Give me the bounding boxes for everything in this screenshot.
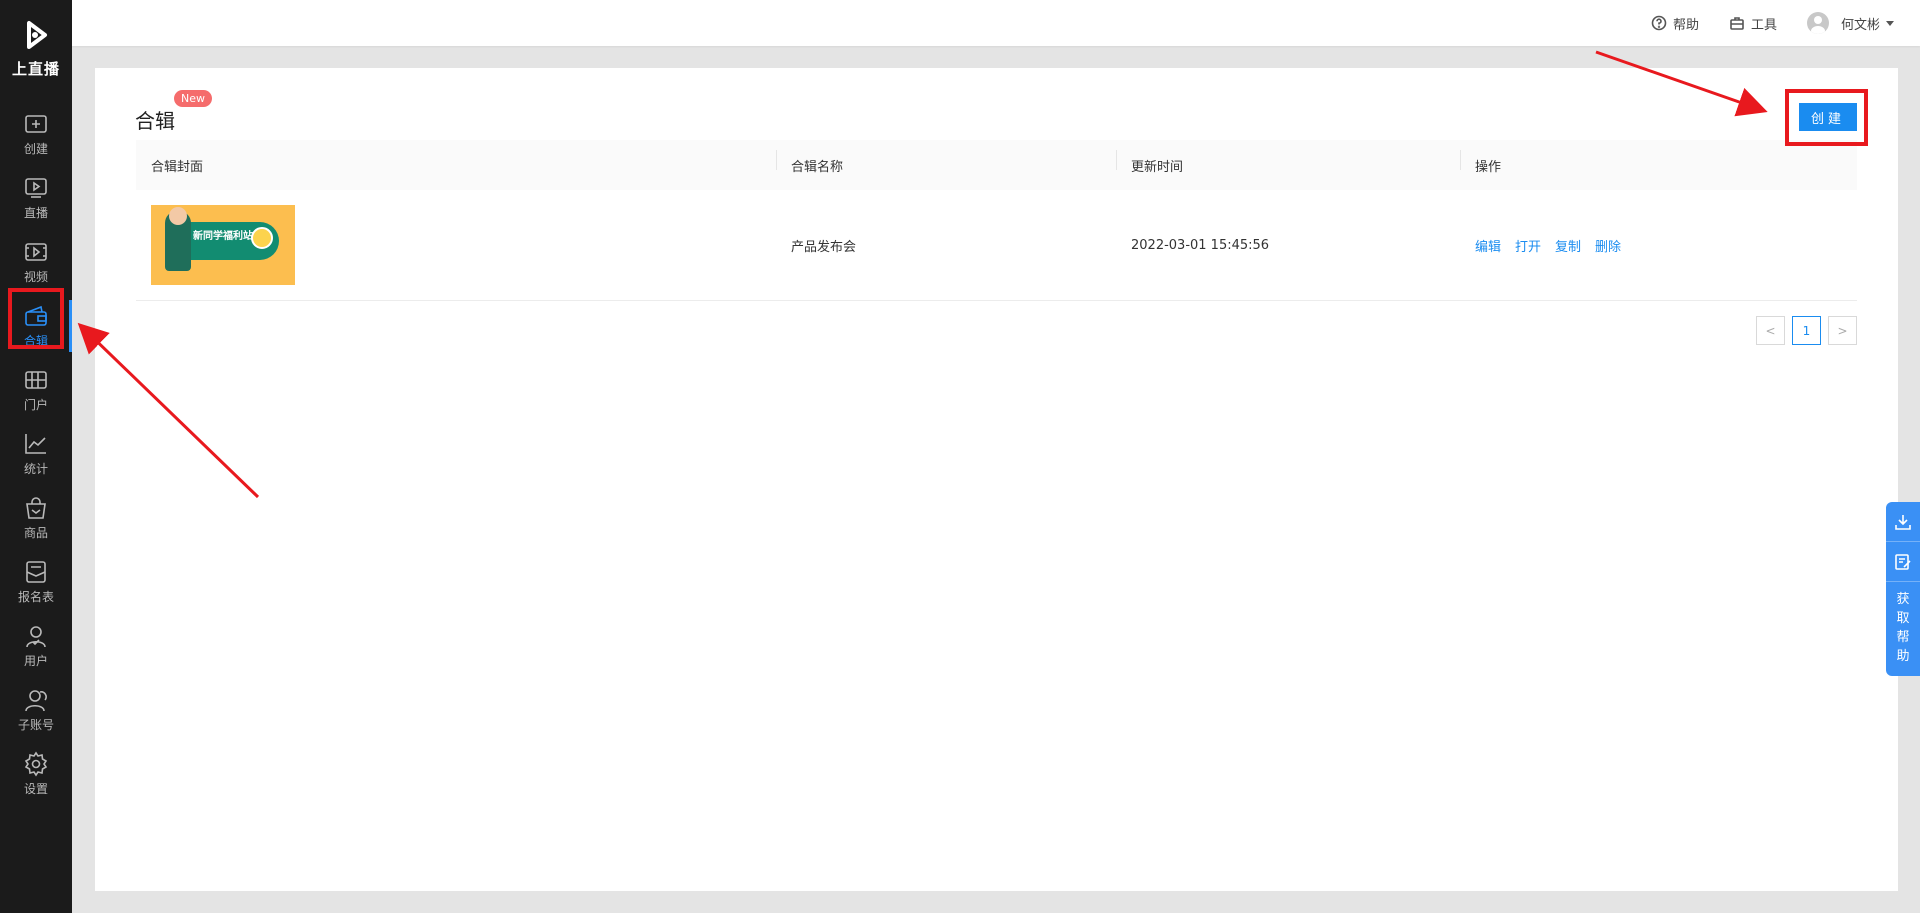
caret-down-icon: [1886, 20, 1894, 26]
open-link[interactable]: 打开: [1515, 236, 1541, 255]
sidebar-item-video[interactable]: 视频: [0, 230, 72, 294]
sidebar-item-label: 创建: [23, 142, 48, 156]
chart-icon: [25, 434, 46, 454]
sidebar-item-subaccount[interactable]: 子账号: [0, 678, 72, 742]
help-label: 帮助: [1672, 17, 1699, 33]
gear-icon: [24, 751, 48, 777]
sidebar-item-users[interactable]: 用户: [0, 614, 72, 678]
sidebar-item-label: 直播: [23, 206, 48, 220]
cover-thumbnail[interactable]: 新同学福利站: [151, 205, 295, 285]
user-name: 何文彬: [1840, 17, 1880, 33]
collection-name: 产品发布会: [791, 239, 857, 255]
sidebar-item-live[interactable]: 直播: [0, 166, 72, 230]
header-updated: 更新时间: [1116, 149, 1460, 175]
video-icon: [25, 243, 47, 261]
sidebar-item-label: 商品: [23, 526, 48, 540]
edit-link[interactable]: 编辑: [1475, 236, 1501, 255]
actions-cell: 编辑 打开 复制 删除: [1460, 236, 1857, 255]
sidebar: 上直播 创建 直播 视频 合辑 门户 统计 商品 报名表 用户 子账号 设置: [0, 0, 72, 913]
users-icon: [25, 690, 47, 712]
thumbnail-text: 新同学福利站: [193, 231, 253, 242]
sidebar-item-label: 视频: [23, 270, 48, 284]
header-name: 合辑名称: [776, 149, 1116, 175]
page-title: 合辑: [135, 109, 175, 133]
sidebar-item-label: 子账号: [17, 718, 54, 732]
bag-icon: [26, 497, 46, 519]
avatar: [1806, 12, 1829, 34]
help-widget[interactable]: 获取帮助: [1886, 502, 1920, 676]
chevron-right-icon: >: [1837, 323, 1848, 338]
cover-cell: 新同学福利站: [136, 205, 776, 285]
user-icon: [26, 626, 46, 648]
app-name: 上直播: [11, 60, 60, 78]
annotation-box-sidebar: [8, 288, 64, 349]
header-cover: 合辑封面: [151, 159, 204, 175]
plus-square-icon: [25, 115, 47, 133]
sidebar-item-label: 用户: [23, 654, 48, 668]
main-card: 合辑 New 创建 合辑封面 合辑名称 更新时间 操作 新同学福利站 产品发布会…: [95, 68, 1898, 891]
grid-icon: [25, 371, 47, 389]
table-row: 新同学福利站 产品发布会 2022-03-01 15:45:56 编辑 打开 复…: [136, 190, 1857, 301]
table-header: 合辑封面 合辑名称 更新时间 操作: [136, 140, 1857, 190]
sidebar-item-portal[interactable]: 门户: [0, 358, 72, 422]
page-1-button[interactable]: 1: [1792, 316, 1821, 345]
thumbnail-person-head: [169, 207, 187, 225]
tools-link[interactable]: 工具: [1729, 14, 1777, 33]
user-menu[interactable]: 何文彬: [1806, 12, 1894, 34]
sidebar-item-label: 报名表: [17, 590, 54, 604]
sidebar-nav: 创建 直播 视频 合辑 门户 统计 商品 报名表 用户 子账号 设置: [0, 102, 72, 806]
chevron-left-icon: <: [1765, 323, 1776, 338]
delete-link[interactable]: 删除: [1595, 236, 1621, 255]
sidebar-item-stats[interactable]: 统计: [0, 422, 72, 486]
top-bar: 帮助 工具 何文彬: [72, 0, 1920, 46]
question-circle-icon: [1651, 15, 1667, 31]
sidebar-item-create[interactable]: 创建: [0, 102, 72, 166]
form-icon: [26, 561, 46, 583]
next-page-button[interactable]: >: [1828, 316, 1857, 345]
prev-page-button[interactable]: <: [1756, 316, 1785, 345]
header-actions: 操作: [1460, 149, 1857, 175]
app-logo[interactable]: 上直播: [0, 20, 72, 79]
thumbnail-badge: [251, 227, 273, 249]
logo-icon: [27, 21, 47, 49]
sidebar-item-label: 设置: [23, 782, 48, 796]
toolbox-icon: [1730, 17, 1744, 30]
sidebar-item-settings[interactable]: 设置: [0, 742, 72, 806]
new-badge: New: [174, 90, 212, 107]
collection-table: 合辑封面 合辑名称 更新时间 操作 新同学福利站 产品发布会 2022-03-0…: [136, 140, 1857, 301]
updated-time: 2022-03-01 15:45:56: [1131, 237, 1270, 253]
pagination: < 1 >: [1756, 316, 1857, 345]
sidebar-item-label: 门户: [23, 398, 48, 412]
annotation-box-create: [1785, 89, 1868, 146]
copy-link[interactable]: 复制: [1555, 236, 1581, 255]
download-button[interactable]: [1886, 502, 1920, 542]
tools-label: 工具: [1750, 17, 1777, 33]
feedback-button[interactable]: [1886, 542, 1920, 582]
help-link[interactable]: 帮助: [1651, 14, 1699, 33]
play-screen-icon: [25, 178, 47, 198]
help-text: 获取帮助: [1896, 592, 1910, 664]
sidebar-item-label: 统计: [23, 462, 48, 476]
sidebar-item-form[interactable]: 报名表: [0, 550, 72, 614]
sidebar-item-products[interactable]: 商品: [0, 486, 72, 550]
download-icon: [1895, 514, 1911, 530]
edit-note-icon: [1895, 553, 1911, 570]
